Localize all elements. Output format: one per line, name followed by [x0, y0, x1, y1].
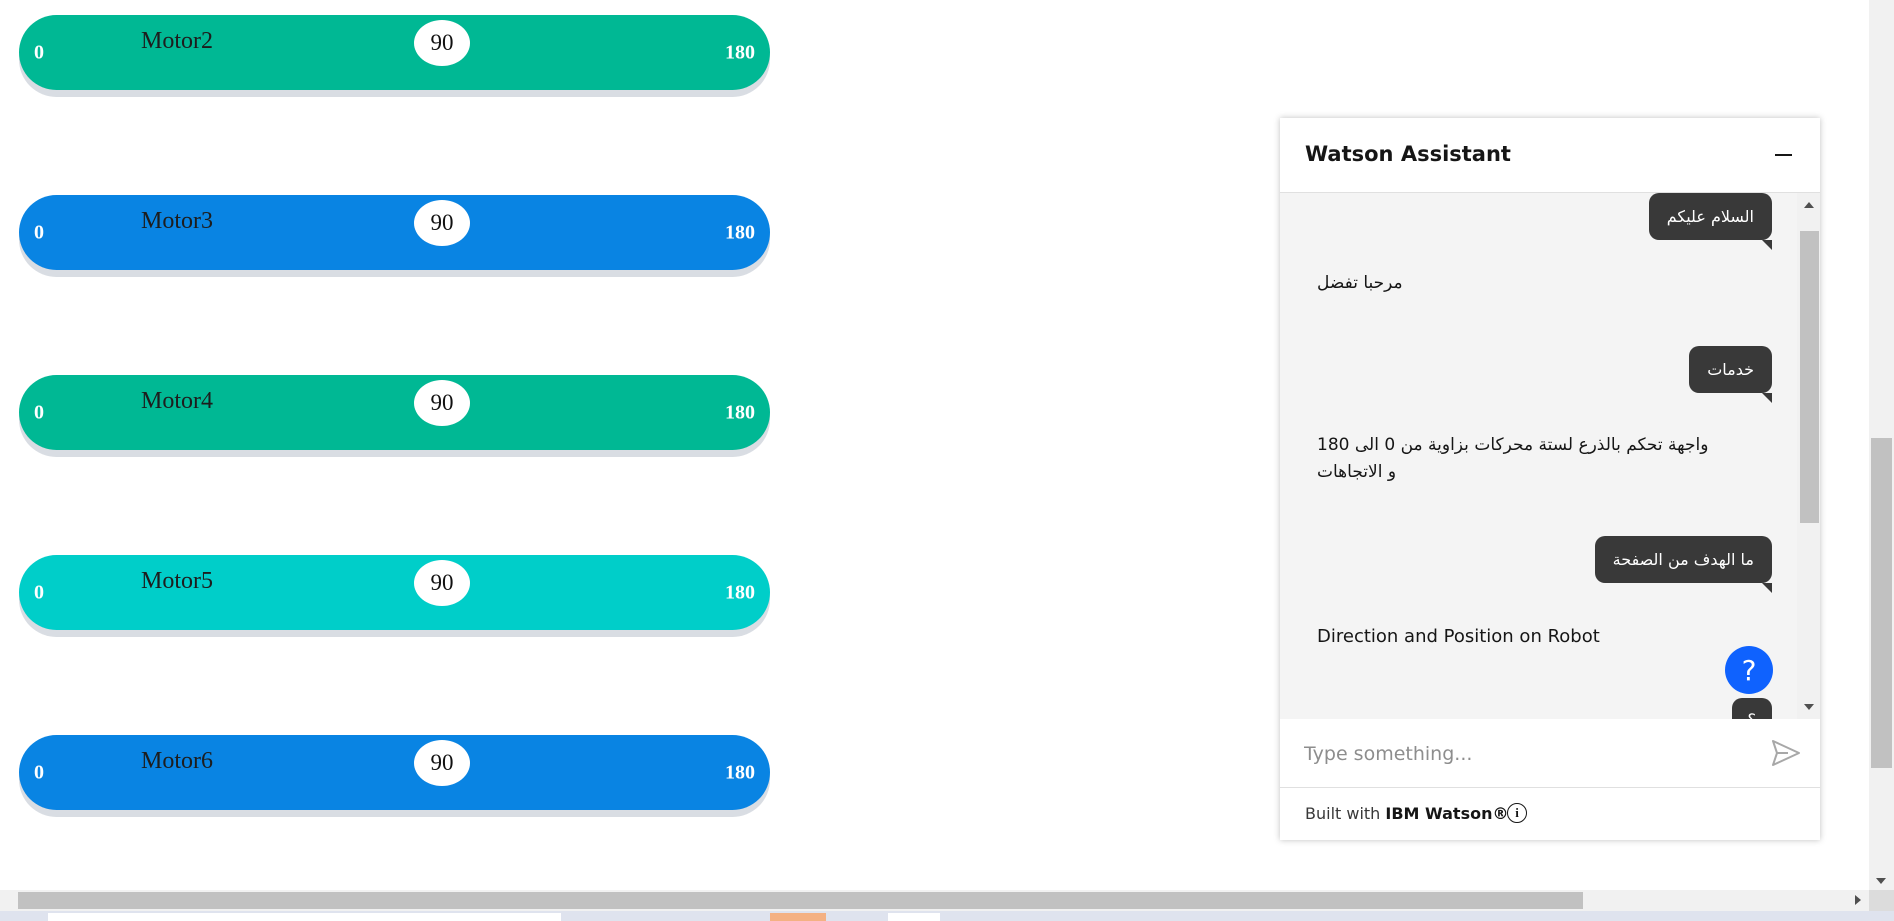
user-message: السلام عليكم: [1648, 193, 1773, 250]
motor2-slider[interactable]: 0 Motor2 90 180: [19, 15, 770, 90]
assistant-header: Watson Assistant: [1280, 118, 1820, 193]
user-message: ؟: [1731, 698, 1772, 719]
bot-message: Direction and Position on Robot: [1317, 626, 1600, 647]
motor4-min-label: 0: [34, 401, 44, 423]
motor6-min-label: 0: [34, 761, 44, 783]
scroll-down-icon[interactable]: [1804, 704, 1814, 710]
scroll-down-arrow-icon[interactable]: [1876, 878, 1886, 884]
motor6-slider[interactable]: 0 Motor6 90 180: [19, 735, 770, 810]
motor5-name: Motor5: [141, 568, 213, 594]
motor3-name: Motor3: [141, 208, 213, 234]
assistant-title: Watson Assistant: [1305, 142, 1511, 166]
motor5-slider[interactable]: 0 Motor5 90 180: [19, 555, 770, 630]
motor2-max-label: 180: [725, 41, 755, 63]
motor4-value-knob[interactable]: 90: [414, 380, 470, 426]
built-with-text: Built with IBM Watson®: [1305, 804, 1508, 823]
bot-message: مرحبا تفضل: [1317, 273, 1403, 293]
ibm-watson-brand: IBM Watson®: [1385, 804, 1509, 823]
message-list: السلام عليكم مرحبا تفضل خدمات واجهة تحكم…: [1280, 193, 1797, 719]
motor4-name: Motor4: [141, 388, 213, 414]
chat-scrollbar[interactable]: [1797, 193, 1820, 719]
page-vertical-scrollbar[interactable]: [1869, 0, 1894, 890]
motor3-min-label: 0: [34, 221, 44, 243]
scroll-right-arrow-icon[interactable]: [1855, 895, 1861, 905]
bot-message: واجهة تحكم بالذرع لستة محركات بزاوية من …: [1317, 435, 1709, 482]
message-input-area: [1280, 719, 1820, 788]
user-message: ما الهدف من الصفحة: [1594, 536, 1773, 593]
motor6-name: Motor6: [141, 748, 213, 774]
taskbar-item[interactable]: [48, 913, 561, 921]
motor6-max-label: 180: [725, 761, 755, 783]
watson-assistant-panel: Watson Assistant السلام عليكم مرحبا تفضل…: [1280, 118, 1820, 840]
info-icon[interactable]: i: [1507, 803, 1527, 823]
motor2-value-knob[interactable]: 90: [414, 20, 470, 66]
send-icon[interactable]: [1770, 737, 1802, 769]
motor5-value-knob[interactable]: 90: [414, 560, 470, 606]
motor3-max-label: 180: [725, 221, 755, 243]
motor2-name: Motor2: [141, 28, 213, 54]
assistant-footer: Built with IBM Watson® i: [1280, 788, 1820, 840]
user-message: خدمات: [1689, 346, 1772, 403]
taskbar-item[interactable]: [770, 913, 826, 921]
taskbar-strip: [0, 911, 1894, 921]
motor2-min-label: 0: [34, 41, 44, 63]
page: 0 Motor2 90 180 0 Motor3 90 180 0 Motor4…: [0, 0, 1894, 921]
page-vertical-scrollbar-thumb[interactable]: [1871, 438, 1892, 768]
built-with-prefix: Built with: [1305, 804, 1386, 823]
motor4-max-label: 180: [725, 401, 755, 423]
chat-scrollbar-thumb[interactable]: [1800, 231, 1819, 523]
motor5-min-label: 0: [34, 581, 44, 603]
help-button[interactable]: ?: [1725, 646, 1773, 694]
motor6-value-knob[interactable]: 90: [414, 740, 470, 786]
motor5-max-label: 180: [725, 581, 755, 603]
motor3-slider[interactable]: 0 Motor3 90 180: [19, 195, 770, 270]
scrollbar-corner: [1869, 890, 1894, 911]
page-horizontal-scrollbar[interactable]: [0, 890, 1869, 911]
minimize-icon[interactable]: [1775, 154, 1792, 156]
scroll-up-icon[interactable]: [1804, 202, 1814, 208]
taskbar-item[interactable]: [888, 913, 940, 921]
page-horizontal-scrollbar-thumb[interactable]: [18, 892, 1583, 909]
motor3-value-knob[interactable]: 90: [414, 200, 470, 246]
message-input[interactable]: [1302, 733, 1756, 775]
motor4-slider[interactable]: 0 Motor4 90 180: [19, 375, 770, 450]
